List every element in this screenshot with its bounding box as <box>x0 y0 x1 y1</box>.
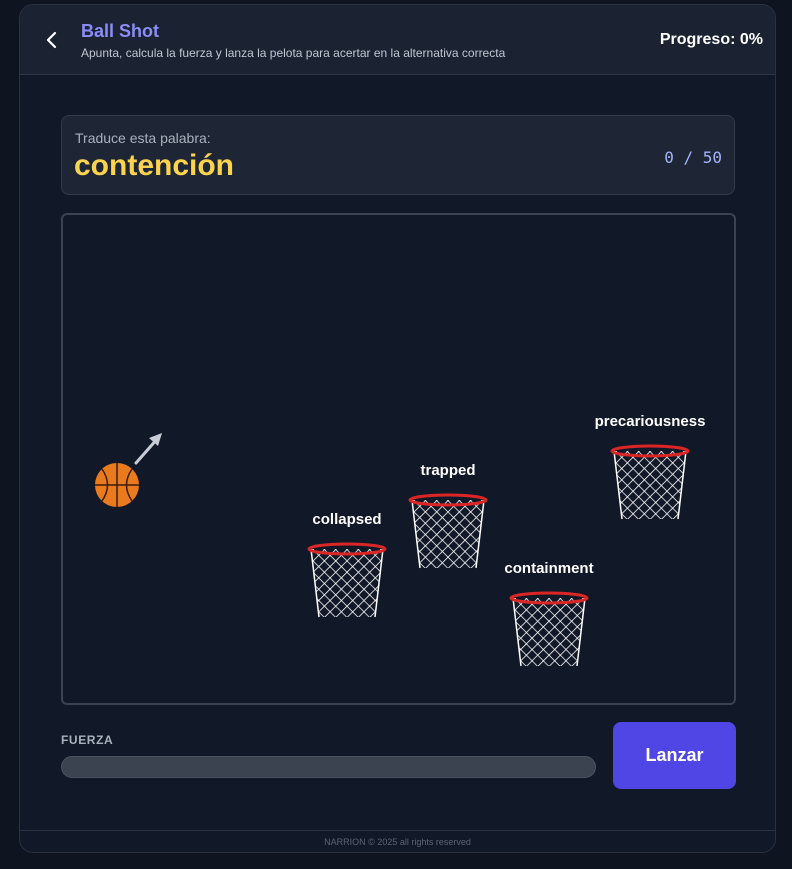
force-label: FUERZA <box>61 733 114 747</box>
basket-label: precariousness <box>595 413 706 430</box>
page-title: Ball Shot <box>81 21 160 41</box>
prompt-word: contención <box>74 149 235 182</box>
basket-containment[interactable]: containment <box>504 560 594 667</box>
back-button[interactable] <box>41 29 63 51</box>
question-counter: 0 / 50 <box>664 148 722 167</box>
aim-arrow-icon[interactable] <box>134 433 162 465</box>
force-slider[interactable] <box>61 756 596 778</box>
basket-precariousness[interactable]: precariousness <box>595 413 706 520</box>
footer: NARRION © 2025 all rights reserved <box>20 830 775 852</box>
chevron-left-icon <box>46 31 57 49</box>
launch-button[interactable]: Lanzar <box>613 722 736 789</box>
prompt-label: Traduce esta palabra: <box>75 130 211 146</box>
basket-label: trapped <box>420 462 475 479</box>
game-window: Ball Shot Apunta, calcula la fuerza y la… <box>19 4 776 853</box>
basket-label: collapsed <box>312 511 381 528</box>
prompt-card: Traduce esta palabra: contención 0 / 50 <box>61 115 735 195</box>
basket-collapsed[interactable]: collapsed <box>307 511 387 618</box>
basket-label: containment <box>504 560 593 577</box>
basket-trapped[interactable]: trapped <box>408 462 488 569</box>
court-canvas: collapsed trapped containment precarious… <box>95 413 706 667</box>
header: Ball Shot Apunta, calcula la fuerza y la… <box>20 5 775 75</box>
progress-indicator: Progreso: 0% <box>659 31 763 48</box>
game-court[interactable]: collapsed trapped containment precarious… <box>61 213 736 705</box>
basketball-icon[interactable] <box>95 463 139 507</box>
page-subtitle: Apunta, calcula la fuerza y lanza la pel… <box>81 46 506 60</box>
